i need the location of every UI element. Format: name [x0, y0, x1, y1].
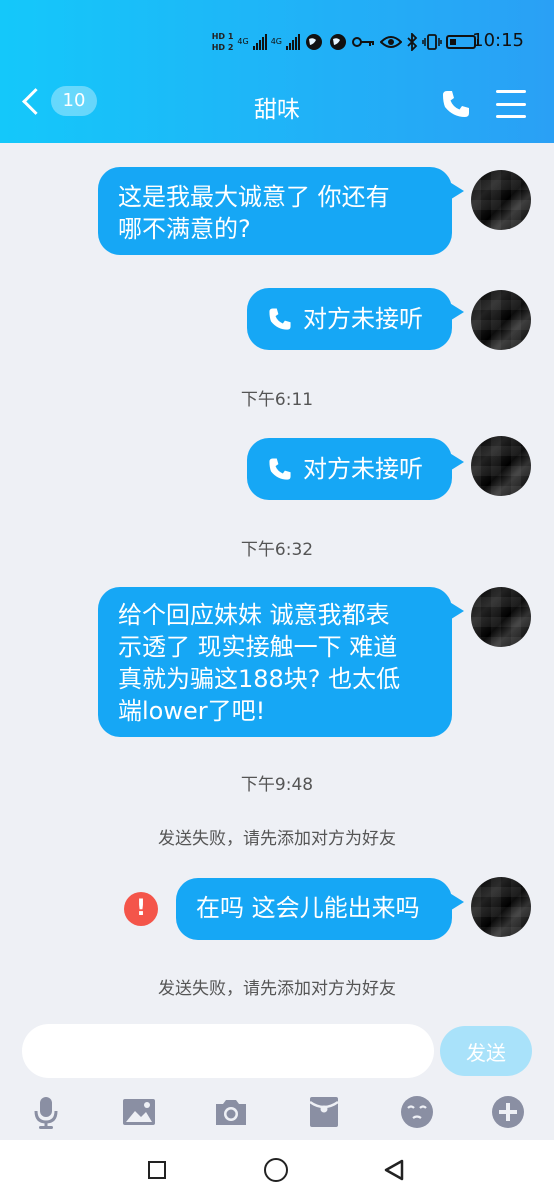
avatar[interactable]: [471, 436, 531, 496]
signal-icon-2: [286, 34, 300, 50]
send-failed-notice: 发送失败，请先添加对方为好友: [158, 829, 396, 849]
phone-icon: [269, 308, 291, 330]
bubble-tail: [448, 601, 464, 621]
status-bar: HD 1 HD 2 4G 4G 10:15: [0, 0, 554, 70]
avatar[interactable]: [471, 587, 531, 647]
avatar[interactable]: [471, 290, 531, 350]
globe-icon: [306, 34, 322, 50]
message-bubble[interactable]: 在吗 这会儿能出来吗: [176, 878, 464, 940]
menu-icon[interactable]: [496, 90, 526, 118]
bubble-tail: [448, 892, 464, 912]
phone-icon: [269, 458, 291, 480]
eye-icon: [380, 36, 402, 48]
status-icons: HD 1 HD 2 4G 4G: [212, 28, 479, 56]
hd1-label: HD 1: [211, 32, 234, 41]
bubble-tail: [448, 302, 464, 322]
send-failed-notice: 发送失败，请先添加对方为好友: [158, 979, 396, 999]
call-text: 对方未接听: [303, 305, 423, 333]
call-text: 对方未接听: [303, 455, 423, 483]
input-toolbar: [0, 1086, 554, 1140]
phone-icon[interactable]: [440, 88, 472, 120]
send-button[interactable]: 发送: [440, 1026, 532, 1076]
plus-icon[interactable]: [490, 1094, 526, 1130]
message-text: 在吗 这会儿能出来吗: [196, 894, 420, 922]
camera-icon[interactable]: [213, 1094, 249, 1130]
network1-label: 4G: [237, 37, 249, 46]
message-bubble[interactable]: 这是我最大诚意了 你还有 哪不满意的?: [98, 167, 464, 255]
app-header: HD 1 HD 2 4G 4G 10:15 10 甜味: [0, 0, 554, 143]
back-triangle-icon[interactable]: [382, 1158, 406, 1182]
status-time: 10:15: [472, 30, 524, 51]
timestamp: 下午6:32: [240, 540, 314, 560]
hd2-label: HD 2: [211, 43, 234, 52]
image-icon[interactable]: [121, 1094, 157, 1130]
call-bubble[interactable]: 对方未接听: [247, 288, 464, 350]
avatar[interactable]: [471, 170, 531, 230]
call-bubble[interactable]: 对方未接听: [247, 438, 464, 500]
chat-area: 这是我最大诚意了 你还有 哪不满意的? 对方未接听 下午6:11 对方未接听 下…: [0, 143, 554, 1020]
home-button[interactable]: [264, 1158, 288, 1182]
signal-icon: [252, 34, 267, 50]
nav-bar: 10 甜味: [0, 72, 554, 138]
hd-indicator: HD 1 HD 2: [212, 32, 234, 52]
network2-label: 4G: [270, 37, 282, 46]
mic-icon[interactable]: [28, 1094, 64, 1130]
timestamp: 下午9:48: [240, 775, 314, 795]
bluetooth-icon: [407, 33, 418, 51]
send-failed-icon[interactable]: !: [124, 892, 158, 926]
globe-icon-2: [330, 34, 346, 50]
vibrate-icon: [422, 34, 442, 50]
avatar[interactable]: [471, 877, 531, 937]
message-text: 这是我最大诚意了 你还有 哪不满意的?: [118, 183, 390, 243]
key-icon: [352, 37, 374, 47]
bubble-tail: [448, 452, 464, 472]
composer: 发送: [0, 1020, 554, 1086]
message-input[interactable]: [22, 1024, 434, 1078]
recent-apps-button[interactable]: [148, 1161, 166, 1179]
system-navigation-bar: [0, 1140, 554, 1200]
message-text: 给个回应妹妹 诚意我都表 示透了 现实接触一下 难道 真就为骗这188块? 也太…: [118, 601, 401, 725]
bubble-tail: [448, 181, 464, 201]
message-bubble[interactable]: 给个回应妹妹 诚意我都表 示透了 现实接触一下 难道 真就为骗这188块? 也太…: [98, 587, 464, 737]
red-packet-icon[interactable]: [306, 1094, 342, 1130]
timestamp: 下午6:11: [240, 390, 314, 410]
emoji-icon[interactable]: [399, 1094, 435, 1130]
